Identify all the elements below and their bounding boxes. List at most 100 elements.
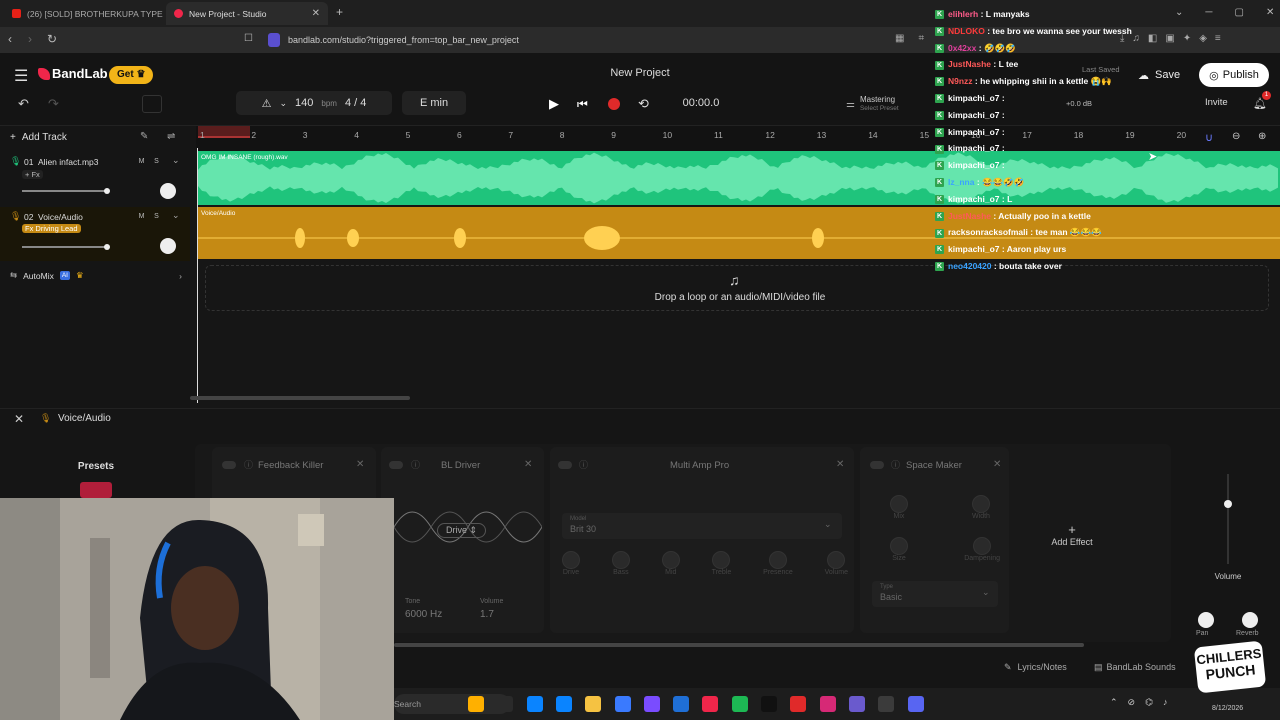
track-settings-icon[interactable]: ⇌ (167, 131, 175, 142)
track-row[interactable]: 🎙︎ 02 Voice/Audio M S ⌄ Fx Driving Lead (0, 207, 190, 261)
close-window-icon[interactable]: ✕ (1266, 7, 1274, 18)
edge-icon[interactable] (555, 696, 572, 712)
fx-chain-badge[interactable]: Fx Driving Lead (22, 224, 81, 233)
amp-knob[interactable]: Bass (611, 551, 630, 576)
lyrics-notes-button[interactable]: ✎ Lyrics/Notes (1004, 662, 1067, 673)
speaker-icon[interactable]: ♪ (1163, 697, 1168, 708)
obs-icon[interactable] (878, 696, 895, 712)
track-name[interactable]: Voice/Audio (38, 212, 83, 222)
play-icon[interactable]: ▶ (549, 96, 559, 112)
add-track-button[interactable]: + Add Track (10, 132, 67, 143)
brave-icon[interactable] (702, 696, 719, 712)
remove-effect-icon[interactable]: ✕ (356, 459, 364, 470)
browser-tab[interactable]: (26) [SOLD] BROTHERKUPA TYPE BEAT (4, 2, 164, 25)
instagram-icon[interactable] (819, 696, 836, 712)
copilot-icon[interactable] (526, 696, 543, 712)
space-knob[interactable]: Width (972, 495, 990, 520)
volume-slider[interactable] (22, 190, 108, 192)
effect-toggle[interactable] (222, 461, 236, 469)
get-membership-button[interactable]: Get ♛ (109, 66, 154, 84)
hamburger-menu-icon[interactable]: ☰ (14, 66, 28, 86)
close-tab-icon[interactable]: ✕ (312, 8, 320, 19)
volume-slider[interactable] (22, 246, 108, 248)
solo-button[interactable]: S (151, 211, 162, 222)
metronome-chevron-icon[interactable]: ⌄ (280, 98, 288, 109)
amp-knob[interactable]: Drive (562, 551, 580, 576)
undo-icon[interactable]: ↶ (18, 96, 29, 112)
url-field[interactable]: bandlab.com/studio?triggered_from=top_ba… (266, 30, 886, 50)
remove-effect-icon[interactable]: ✕ (524, 459, 532, 470)
info-icon[interactable]: ⓘ (579, 458, 588, 471)
zoom-in-icon[interactable]: ⊕ (1258, 131, 1266, 142)
info-icon[interactable]: ⓘ (411, 458, 420, 471)
spotify-icon[interactable] (731, 696, 748, 712)
preset-thumbnail[interactable] (80, 482, 112, 498)
outlook-icon[interactable] (673, 696, 690, 712)
track-chevron-icon[interactable]: ⌄ (172, 210, 180, 221)
volume-fader-thumb[interactable] (1224, 500, 1232, 508)
audio-clip[interactable]: OMG IM INSANE (rough).wav (198, 151, 1280, 205)
extension-icon[interactable]: ⌗ (918, 33, 924, 44)
mastering-button[interactable]: ⚌ Mastering Select Preset (846, 93, 931, 115)
solo-button[interactable]: S (151, 156, 162, 167)
record-icon[interactable] (608, 98, 620, 110)
volume-slider-thumb[interactable] (104, 188, 110, 194)
effects-scrollbar[interactable] (394, 643, 1170, 647)
task-view-icon[interactable] (497, 696, 514, 712)
taskbar-search[interactable]: Search (394, 694, 510, 714)
info-icon[interactable]: ⓘ (891, 458, 900, 471)
reverb-knob[interactable] (1242, 612, 1258, 628)
network-icon[interactable]: ⌬ (1145, 697, 1153, 708)
space-knob[interactable]: Dampening (964, 537, 1000, 562)
file-explorer-icon[interactable] (585, 696, 602, 712)
bandlab-sounds-button[interactable]: ▤ BandLab Sounds (1094, 662, 1176, 673)
effect-toggle[interactable] (389, 461, 403, 469)
model-select[interactable]: Model Brit 30 ⌄ (562, 513, 842, 539)
minimize-icon[interactable]: ─ (1205, 7, 1212, 18)
back-icon[interactable]: ‹ (8, 32, 12, 46)
bookmark-icon[interactable]: ☐ (244, 33, 253, 44)
tiktok-icon[interactable] (761, 696, 777, 712)
info-icon[interactable]: ⓘ (244, 458, 253, 471)
shield-icon[interactable]: ◈ (1199, 33, 1207, 44)
new-tab-button[interactable]: + (336, 5, 343, 19)
skip-to-start-icon[interactable]: ⏮ (577, 97, 588, 112)
wand-icon[interactable]: ✎ (140, 131, 148, 142)
track-row[interactable]: 🎙︎ 01 Alien infact.mp3 M S ⌄ + Fx (0, 152, 190, 206)
type-select[interactable]: Type Basic ⌄ (872, 581, 998, 607)
volume-slider-thumb[interactable] (104, 244, 110, 250)
forward-icon[interactable]: › (28, 32, 32, 46)
audio-clip[interactable]: Voice/Audio (198, 207, 1280, 259)
drive-control[interactable]: Drive ⇕ (437, 523, 487, 538)
amp-knob[interactable]: Mid (661, 551, 680, 576)
magnet-icon[interactable]: ∪ (1205, 131, 1213, 144)
volume-value[interactable]: 1.7 (480, 609, 494, 620)
extension-icon[interactable]: ▦ (895, 33, 904, 44)
mixer-icon[interactable] (142, 95, 162, 113)
volume-fader[interactable] (1227, 474, 1229, 564)
metronome-icon[interactable]: ⚠ (262, 97, 272, 110)
invite-button[interactable]: Invite (1205, 97, 1228, 108)
widget-icon[interactable] (468, 696, 484, 712)
pan-knob[interactable] (160, 183, 176, 199)
effect-toggle[interactable] (870, 461, 884, 469)
remove-effect-icon[interactable]: ✕ (993, 459, 1001, 470)
chevron-up-icon[interactable]: ⌃ (1110, 697, 1118, 708)
amp-knob[interactable]: Presence (763, 551, 793, 576)
chevron-right-icon[interactable]: › (179, 271, 182, 281)
amp-knob[interactable]: Treble (712, 551, 731, 576)
mail-icon[interactable] (643, 696, 660, 712)
tone-value[interactable]: 6000 Hz (405, 609, 442, 620)
wallet-icon[interactable]: ▣ (1165, 33, 1174, 44)
bpm-value[interactable]: 140 (295, 97, 313, 109)
add-fx-button[interactable]: + Fx (22, 170, 43, 179)
app-icon[interactable] (790, 696, 807, 712)
project-title[interactable]: New Project (540, 67, 740, 79)
teams-icon[interactable] (848, 696, 865, 712)
automix-row[interactable]: ⇆ AutoMix AI ♛ › (10, 270, 182, 281)
loop-region[interactable] (198, 126, 250, 138)
key-selector[interactable]: E min (402, 91, 466, 115)
horizontal-scrollbar[interactable] (190, 396, 410, 400)
save-button[interactable]: ☁ Save (1130, 64, 1194, 86)
amp-knob[interactable]: Volume (825, 551, 848, 576)
